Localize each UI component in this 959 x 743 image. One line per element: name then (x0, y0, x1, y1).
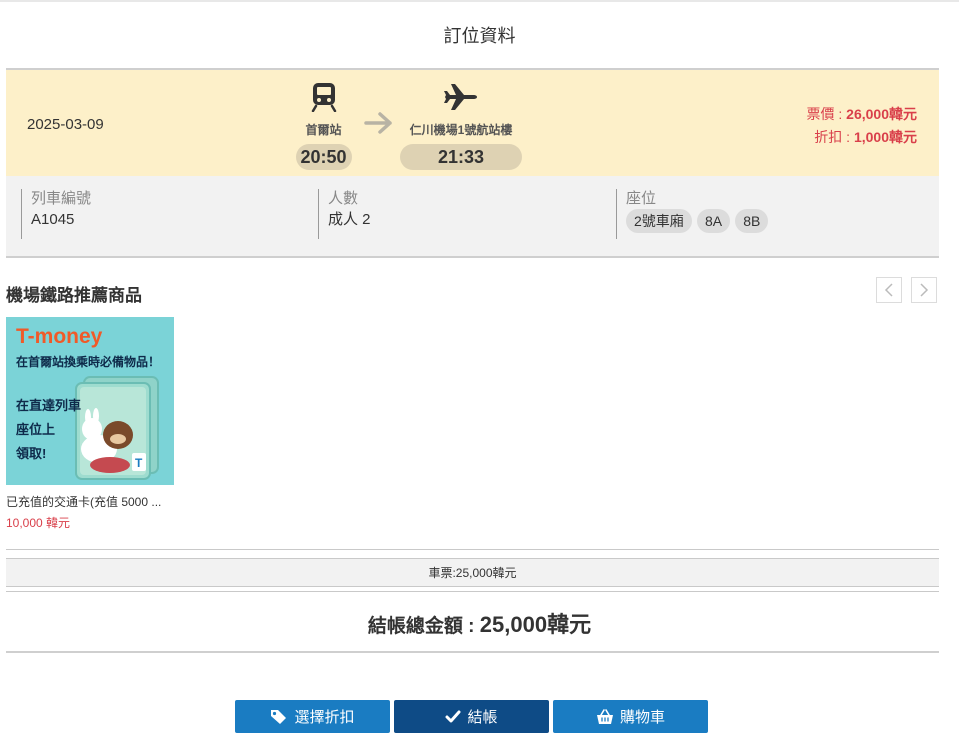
departure-time: 20:50 (295, 144, 352, 170)
checkout-label: 結帳 (467, 709, 498, 726)
seat-column: 座位 2號車廂 8A 8B (616, 189, 769, 239)
svg-text:T: T (135, 456, 143, 470)
seat-tags: 2號車廂 8A 8B (626, 209, 769, 233)
seat-label: 座位 (626, 190, 657, 207)
product-name[interactable]: 已充值的交通卡(充值 5000 ... (6, 493, 174, 510)
tag-icon (271, 709, 287, 724)
train-number-value: A1045 (31, 211, 75, 228)
origin-station-name: 首爾站 (305, 123, 342, 137)
airplane-icon (444, 84, 477, 110)
travel-date: 2025-03-09 (27, 116, 104, 133)
cart-button[interactable]: 購物車 (553, 700, 708, 733)
carousel-next-button[interactable] (911, 277, 937, 303)
product-brand-text: T-money (16, 325, 103, 348)
price-box: 票價 : 26,000韓元 折扣 : 1,000韓元 (807, 103, 918, 149)
product-line: 座位上 (16, 422, 56, 437)
total-label: 結帳總金額 : (367, 616, 480, 637)
select-discount-label: 選擇折扣 (294, 709, 355, 726)
chevron-left-icon (884, 283, 893, 297)
arrival-time: 21:33 (400, 144, 522, 170)
arrow-right-icon (364, 112, 392, 134)
passenger-count-value: 成人 2 (328, 211, 371, 228)
discount-line: 折扣 : 1,000韓元 (807, 126, 917, 149)
seat-car-tag: 2號車廂 (626, 209, 692, 233)
total-divider (6, 651, 939, 653)
booking-details: 列車編號 A1045 人數 成人 2 座位 2號車廂 8A 8B (6, 176, 939, 258)
passenger-count-column: 人數 成人 2 (318, 189, 371, 239)
product-line: 領取! (16, 446, 47, 461)
seat-tag: 8B (735, 209, 769, 233)
product-tagline: 在首爾站換乘時必備物品！ (16, 355, 161, 369)
passenger-count-label: 人數 (328, 190, 359, 207)
carousel-prev-button[interactable] (876, 277, 902, 303)
recommend-title: 機場鐵路推薦商品 (6, 286, 142, 305)
fare-value: 26,000韓元 (846, 106, 917, 122)
origin-station: 首爾站 20:50 (286, 82, 361, 170)
check-icon (445, 710, 461, 722)
page-title: 訂位資料 (443, 26, 516, 46)
destination-station-name: 仁川機場1號航站樓 (409, 123, 513, 137)
product-card[interactable]: T T-money 在首爾站換乘時必備物品！ 在直達列車 座位上 領取! 已充值… (6, 317, 174, 531)
top-divider (0, 0, 959, 2)
product-image[interactable]: T T-money 在首爾站換乘時必備物品！ 在直達列車 座位上 領取! (6, 317, 174, 485)
discount-label: 折扣 : (814, 129, 854, 145)
train-number-label: 列車編號 (31, 190, 92, 207)
discount-value: 1,000韓元 (853, 129, 917, 145)
chevron-right-icon (920, 283, 929, 297)
basket-icon (596, 708, 613, 724)
destination-station: 仁川機場1號航站樓 21:33 (391, 82, 531, 170)
checkout-total: 結帳總金額 : 25,000韓元 (0, 607, 959, 639)
product-line: 在直達列車 (16, 398, 82, 413)
product-price: 10,000 韓元 (6, 516, 71, 530)
fare-line: 票價 : 26,000韓元 (807, 103, 918, 126)
train-number-column: 列車編號 A1045 (21, 189, 91, 239)
total-amount: 25,000韓元 (479, 612, 592, 637)
select-discount-button[interactable]: 選擇折扣 (235, 700, 390, 733)
fare-summary-text: 車票:25,000韓元 (6, 558, 939, 587)
cart-label: 購物車 (619, 709, 665, 726)
fare-summary-bar: 車票:25,000韓元 (6, 549, 939, 592)
checkout-button[interactable]: 結帳 (394, 700, 549, 733)
fare-label: 票價 : (806, 106, 847, 122)
train-icon (311, 83, 336, 113)
booking-summary: 2025-03-09 首爾站 20:50 仁川機場1號航站樓 21:33 票價 … (6, 68, 939, 178)
seat-tag: 8A (696, 209, 731, 233)
